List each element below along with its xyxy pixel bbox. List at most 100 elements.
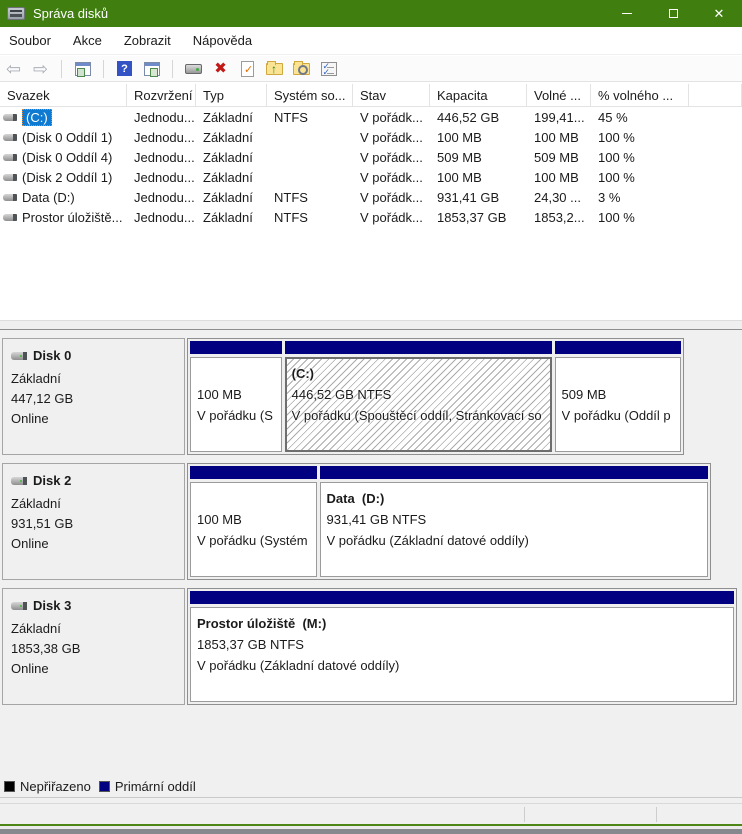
partition-label: Data (D:) xyxy=(327,488,707,509)
partition-system[interactable]: 100 MB V pořádku (Systém xyxy=(190,466,317,577)
cell-stav: V pořádk... xyxy=(353,110,430,125)
cell-kapacita: 1853,37 GB xyxy=(430,210,527,225)
table-row[interactable]: (Disk 0 Oddíl 1) Jednodu... Základní V p… xyxy=(0,127,742,147)
legend-item-primary: Primární oddíl xyxy=(99,779,196,794)
partitions-area: 100 MB V pořádku (S (C:) 446,52 GB NTFS … xyxy=(187,338,684,455)
legend-divider xyxy=(0,797,742,798)
volume-name: (Disk 2 Oddíl 1) xyxy=(22,170,112,185)
volume-list-header: Svazek Rozvržení Typ Systém so... Stav K… xyxy=(0,84,742,107)
col-svazek[interactable]: Svazek xyxy=(0,84,127,106)
disk-status: Online xyxy=(11,659,184,679)
partition-size: 509 MB xyxy=(562,384,680,405)
col-empty[interactable] xyxy=(689,84,742,106)
titlebar[interactable]: Správa disků ✕ xyxy=(0,0,742,27)
table-row[interactable]: Prostor úložiště... Jednodu... Základní … xyxy=(0,207,742,227)
table-row[interactable]: (Disk 2 Oddíl 1) Jednodu... Základní V p… xyxy=(0,167,742,187)
cell-rozvrzeni: Jednodu... xyxy=(127,170,196,185)
table-row[interactable]: (C:) Jednodu... Základní NTFS V pořádk..… xyxy=(0,107,742,127)
partition-data-d[interactable]: Data (D:) 931,41 GB NTFS V pořádku (Zákl… xyxy=(320,466,708,577)
partition-label xyxy=(197,363,281,384)
status-bar xyxy=(0,803,742,824)
disk-info-panel[interactable]: Disk 3 Základní 1853,38 GB Online xyxy=(2,588,185,705)
partition-color-band xyxy=(555,341,681,354)
volume-icon xyxy=(3,114,17,121)
cell-stav: V pořádk... xyxy=(353,190,430,205)
cell-typ: Základní xyxy=(196,190,267,205)
partition-label: (C:) xyxy=(292,363,550,384)
graphical-view: Disk 0 Základní 447,12 GB Online 100 MB … xyxy=(0,330,742,803)
folder-search-icon[interactable] xyxy=(292,59,311,78)
col-volne[interactable]: Volné ... xyxy=(527,84,591,106)
volume-icon xyxy=(3,154,17,161)
toolbar: ⇦ ⇨ ? ✖ xyxy=(0,56,742,82)
action-pane-icon[interactable] xyxy=(142,59,161,78)
menu-zobrazit[interactable]: Zobrazit xyxy=(113,27,182,55)
partition-size: 446,52 GB NTFS xyxy=(292,384,550,405)
volume-icon xyxy=(3,174,17,181)
partition-status: V pořádku (S xyxy=(197,405,281,426)
table-row[interactable]: (Disk 0 Oddíl 4) Jednodu... Základní V p… xyxy=(0,147,742,167)
disk-size: 931,51 GB xyxy=(11,514,184,534)
legend: Nepřiřazeno Primární oddíl xyxy=(4,778,204,794)
partition-efi[interactable]: 100 MB V pořádku (S xyxy=(190,341,282,452)
disk-size: 1853,38 GB xyxy=(11,639,184,659)
disk-info-panel[interactable]: Disk 2 Základní 931,51 GB Online xyxy=(2,463,185,580)
cell-pct: 100 % xyxy=(591,130,689,145)
col-stav[interactable]: Stav xyxy=(353,84,430,106)
col-rozvrzeni[interactable]: Rozvržení xyxy=(127,84,196,106)
maximize-button[interactable] xyxy=(650,0,696,27)
taskbar-edge xyxy=(0,829,742,834)
cell-pct: 45 % xyxy=(591,110,689,125)
volume-name-selected: (C:) xyxy=(22,109,52,126)
close-button[interactable]: ✕ xyxy=(696,0,742,27)
partition-storage-m[interactable]: Prostor úložiště (M:) 1853,37 GB NTFS V … xyxy=(190,591,734,702)
delete-volume-icon[interactable]: ✖ xyxy=(211,59,230,78)
statusbar-divider xyxy=(656,807,657,822)
menu-napoveda[interactable]: Nápověda xyxy=(182,27,263,55)
cell-pct: 3 % xyxy=(591,190,689,205)
cell-typ: Základní xyxy=(196,130,267,145)
partitions-area: Prostor úložiště (M:) 1853,37 GB NTFS V … xyxy=(187,588,737,705)
toolbar-separator xyxy=(172,60,173,78)
cell-rozvrzeni: Jednodu... xyxy=(127,150,196,165)
folder-up-icon[interactable] xyxy=(265,59,284,78)
cell-fs: NTFS xyxy=(267,210,353,225)
maximize-icon xyxy=(669,9,678,18)
minimize-button[interactable] xyxy=(604,0,650,27)
partition-color-band xyxy=(190,466,317,479)
col-kapacita[interactable]: Kapacita xyxy=(430,84,527,106)
cell-volne: 100 MB xyxy=(527,170,591,185)
forward-icon[interactable]: ⇨ xyxy=(31,59,50,78)
disk-drive-icon xyxy=(11,352,27,360)
table-row[interactable]: Data (D:) Jednodu... Základní NTFS V poř… xyxy=(0,187,742,207)
partition-recovery[interactable]: 509 MB V pořádku (Oddíl p xyxy=(555,341,681,452)
partition-size: 1853,37 GB NTFS xyxy=(197,634,733,655)
menu-akce[interactable]: Akce xyxy=(62,27,113,55)
properties-list-icon[interactable] xyxy=(319,59,338,78)
cell-kapacita: 446,52 GB xyxy=(430,110,527,125)
volume-name: Prostor úložiště... xyxy=(22,210,122,225)
console-tree-icon[interactable] xyxy=(73,59,92,78)
partition-status: V pořádku (Základní datové oddíly) xyxy=(327,530,707,551)
col-typ[interactable]: Typ xyxy=(196,84,267,106)
partition-size: 931,41 GB NTFS xyxy=(327,509,707,530)
legend-item-unallocated: Nepřiřazeno xyxy=(4,779,91,794)
cell-typ: Základní xyxy=(196,110,267,125)
disk-info-panel[interactable]: Disk 0 Základní 447,12 GB Online xyxy=(2,338,185,455)
volume-icon xyxy=(3,214,17,221)
disk-device-icon[interactable] xyxy=(184,59,203,78)
disk-type: Základní xyxy=(11,494,184,514)
cell-typ: Základní xyxy=(196,210,267,225)
partition-c[interactable]: (C:) 446,52 GB NTFS V pořádku (Spouštěcí… xyxy=(285,341,552,452)
toolbar-separator xyxy=(103,60,104,78)
menu-soubor[interactable]: Soubor xyxy=(0,27,62,55)
col-pct-volneho[interactable]: % volného ... xyxy=(591,84,689,106)
back-icon[interactable]: ⇦ xyxy=(4,59,23,78)
volume-list: Svazek Rozvržení Typ Systém so... Stav K… xyxy=(0,82,742,320)
check-document-icon[interactable] xyxy=(238,59,257,78)
help-icon[interactable]: ? xyxy=(115,59,134,78)
pane-splitter[interactable] xyxy=(0,320,742,330)
cell-rozvrzeni: Jednodu... xyxy=(127,210,196,225)
col-system-souboru[interactable]: Systém so... xyxy=(267,84,353,106)
cell-stav: V pořádk... xyxy=(353,210,430,225)
